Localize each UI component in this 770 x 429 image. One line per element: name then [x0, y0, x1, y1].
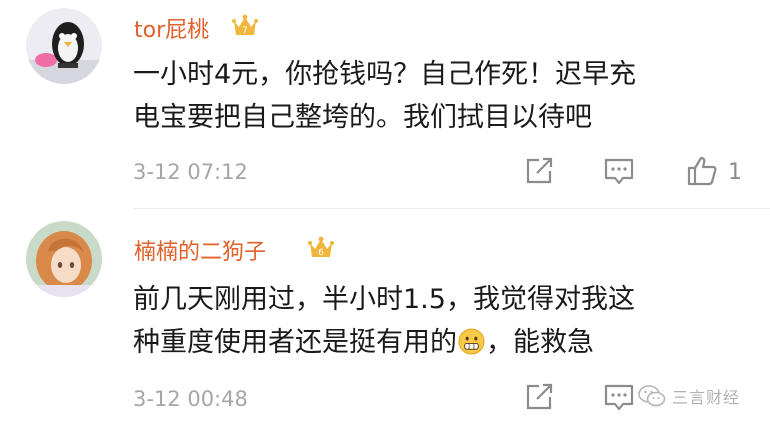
share-icon[interactable]: [523, 155, 555, 187]
comment-text-line: 电宝要把自己整垮的。我们拭目以待吧: [133, 102, 592, 133]
watermark-text: 三言财经: [672, 388, 741, 407]
anime-girl-avatar-icon: [26, 221, 102, 297]
comment-icon[interactable]: [603, 381, 635, 413]
avatar[interactable]: [26, 221, 102, 297]
comment-time: 3-12 07:12: [133, 160, 248, 184]
grimace-emoji-icon: [458, 328, 485, 355]
comment-text-line: 前几天刚用过，半小时1.5，我觉得对我这: [133, 284, 635, 315]
penguin-toy-avatar-icon: [26, 8, 102, 84]
vip-crown-icon: 6: [308, 236, 334, 258]
username[interactable]: 楠楠的二狗子: [134, 234, 266, 266]
comment-text: 前几天刚用过，半小时1.5，我觉得对我这 种重度使用者还是挺有用的 ，能救急: [133, 278, 743, 364]
like-count: 1: [728, 160, 742, 185]
comment-text-segment: ，能救急: [486, 327, 594, 358]
comment-time: 3-12 00:48: [133, 387, 248, 411]
vip-crown-icon: 7: [232, 14, 258, 36]
comment-icon[interactable]: [603, 155, 635, 187]
comment-text-line: 一小时4元，你抢钱吗？自己作死！迟早充: [133, 59, 637, 90]
watermark: 三言财经: [638, 381, 740, 411]
comment-text-line: 种重度使用者还是挺有用的 ，能救急: [133, 321, 743, 364]
username[interactable]: tor屁桃: [134, 12, 209, 44]
share-icon[interactable]: [523, 381, 555, 413]
wechat-icon: [638, 385, 666, 407]
comment-item: tor屁桃 7 一小时4元，你抢钱吗？自己作死！迟早充 电宝要把自己整垮的。我们…: [0, 0, 770, 208]
like-icon[interactable]: [686, 155, 718, 187]
svg-text:7: 7: [242, 26, 248, 36]
comment-text-segment: 种重度使用者还是挺有用的: [133, 327, 457, 358]
comment-text: 一小时4元，你抢钱吗？自己作死！迟早充 电宝要把自己整垮的。我们拭目以待吧: [133, 53, 743, 139]
avatar[interactable]: [26, 8, 102, 84]
svg-text:6: 6: [318, 248, 324, 258]
